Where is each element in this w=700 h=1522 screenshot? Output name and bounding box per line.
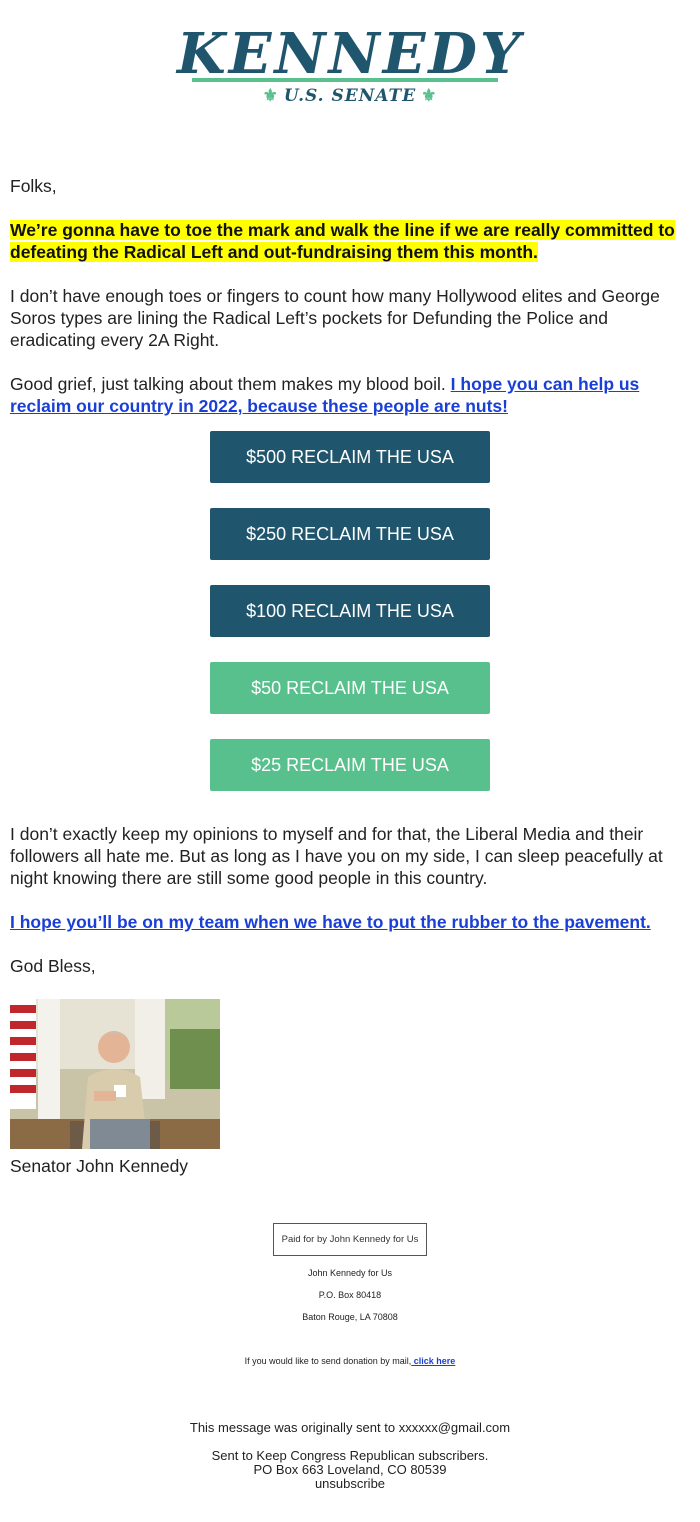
mail-donation-line: If you would like to send donation by ma… <box>0 1356 700 1366</box>
mailing-address: PO Box 663 Loveland, CO 80539 <box>253 1462 447 1477</box>
mail-donation-link[interactable]: click here <box>411 1356 456 1366</box>
greeting: Folks, <box>10 176 57 196</box>
paragraph-blood-boil-text: Good grief, just talking about them make… <box>10 374 451 394</box>
mail-donation-text: If you would like to send donation by ma… <box>244 1356 412 1366</box>
fleur-de-lis-icon: ⚜ <box>421 86 438 106</box>
highlight-text: We’re gonna have to toe the mark and wal… <box>10 220 675 262</box>
footer-org: John Kennedy for Us <box>307 1268 393 1278</box>
donate-250-button[interactable]: $250 RECLAIM THE USA <box>210 508 490 560</box>
donate-25-button[interactable]: $25 RECLAIM THE USA <box>210 739 490 791</box>
highlighted-paragraph: We’re gonna have to toe the mark and wal… <box>10 219 685 263</box>
donate-500-button[interactable]: $500 RECLAIM THE USA <box>210 431 490 483</box>
subscribers-line: Sent to Keep Congress Republican subscri… <box>211 1448 489 1463</box>
unsubscribe-link[interactable]: unsubscribe <box>0 1477 700 1491</box>
team-paragraph: I hope you’ll be on my team when we have… <box>10 911 685 933</box>
closing: God Bless, <box>10 956 96 976</box>
paid-for-disclaimer: Paid for by John Kennedy for Us <box>273 1223 427 1256</box>
team-link[interactable]: I hope you’ll be on my team when we have… <box>10 912 651 932</box>
logo-subtitle: ⚜ U.S. SENATE ⚜ <box>0 85 700 107</box>
signature: Senator John Kennedy <box>10 1156 189 1176</box>
logo-subtitle-text: U.S. SENATE <box>283 86 417 106</box>
kennedy-senate-logo: KENNEDY ⚜ U.S. SENATE ⚜ <box>0 20 700 120</box>
logo-title: KENNEDY <box>177 21 523 87</box>
footer-city: Baton Rouge, LA 70808 <box>302 1312 398 1322</box>
donate-50-button[interactable]: $50 RECLAIM THE USA <box>210 662 490 714</box>
footer-po-box: P.O. Box 80418 <box>318 1290 382 1300</box>
sent-to-line: This message was originally sent to xxxx… <box>189 1420 511 1435</box>
paragraph-liberal-media: I don’t exactly keep my opinions to myse… <box>10 824 663 888</box>
paragraph-hollywood: I don’t have enough toes or fingers to c… <box>10 286 660 350</box>
paragraph-blood-boil: Good grief, just talking about them make… <box>10 373 685 417</box>
donate-100-button[interactable]: $100 RECLAIM THE USA <box>210 585 490 637</box>
fleur-de-lis-icon: ⚜ <box>262 86 279 106</box>
senator-photo <box>10 999 220 1149</box>
logo-rule <box>192 78 498 82</box>
